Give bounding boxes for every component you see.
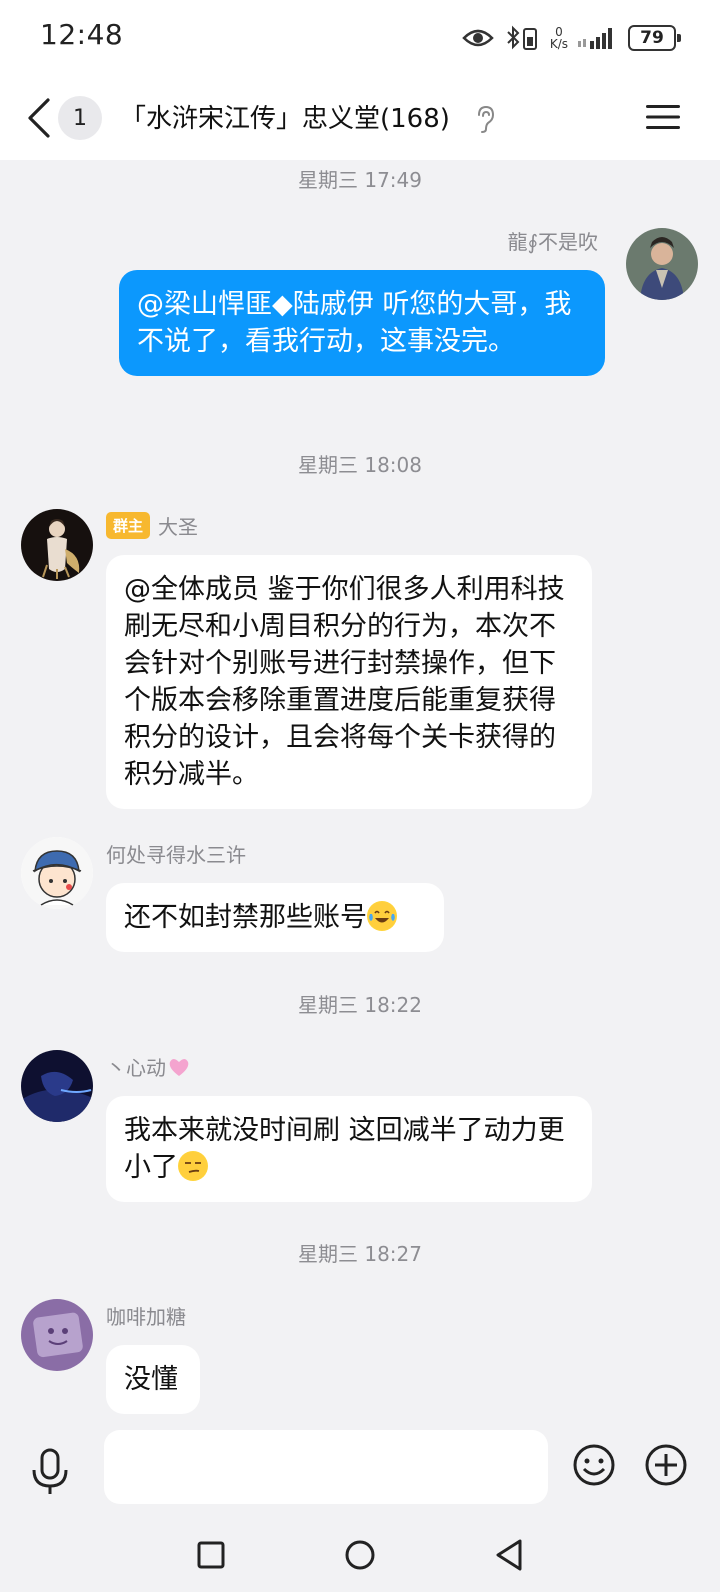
battery-indicator: 79 [628, 25, 681, 51]
message-bubble[interactable]: @全体成员 鉴于你们很多人利用科技刷无尽和小周目积分的行为，本次不会针对个别账号… [106, 555, 592, 809]
net-speed: 0 K/s [550, 26, 568, 50]
menu-icon[interactable] [646, 102, 680, 132]
timestamp: 星期三 17:49 [298, 168, 422, 192]
back-nav-icon[interactable] [494, 1538, 524, 1572]
bluetooth-battery-icon [507, 25, 537, 50]
smirk-emoji-icon [178, 1151, 208, 1181]
message-input[interactable] [104, 1430, 548, 1504]
message-list[interactable]: 星期三 17:49 龍∮不是吹 @梁山悍匪◆陆戚伊 听您的大哥，我不说了，看我行… [0, 160, 720, 1418]
unread-count-badge[interactable]: 1 [58, 96, 102, 140]
plus-icon[interactable] [644, 1443, 688, 1487]
message-bubble[interactable]: 还不如封禁那些账号 [106, 883, 444, 952]
avatar-image [21, 837, 93, 909]
timestamp: 星期三 18:22 [298, 993, 422, 1017]
sender-name-text: 龍∮不是吹 [507, 230, 598, 254]
home-icon[interactable] [344, 1539, 376, 1571]
sender-name: 咖啡加糖 [106, 1301, 186, 1330]
signal-icon [578, 28, 612, 49]
sender-name-text: 何处寻得水三许 [106, 843, 246, 867]
sender-name: 群主 大圣 [106, 511, 198, 540]
message-text: 还不如封禁那些账号 [124, 902, 367, 933]
eye-icon [462, 29, 494, 47]
recent-apps-icon[interactable] [196, 1540, 226, 1570]
group-owner-badge: 群主 [106, 512, 151, 539]
pink-heart-icon [169, 1058, 189, 1076]
sender-name: 龍∮不是吹 [508, 226, 598, 255]
timestamp: 星期三 18:27 [298, 1242, 422, 1266]
avatar[interactable] [626, 228, 698, 300]
avatar[interactable] [21, 1050, 93, 1122]
avatar-image [21, 1050, 93, 1122]
input-bar [0, 1418, 720, 1526]
microphone-icon[interactable] [30, 1448, 70, 1496]
sender-name-text: 咖啡加糖 [106, 1305, 186, 1329]
sender-name: 何处寻得水三许 [106, 839, 246, 868]
back-button[interactable] [22, 96, 56, 140]
message-bubble[interactable]: @梁山悍匪◆陆戚伊 听您的大哥，我不说了，看我行动，这事没完。 [119, 270, 605, 376]
avatar-image [626, 228, 698, 300]
chat-header: 1 「水浒宋江传」忠义堂(168) [0, 76, 720, 160]
chat-title[interactable]: 「水浒宋江传」忠义堂(168) [120, 98, 450, 135]
avatar-image [21, 509, 93, 581]
avatar[interactable] [21, 509, 93, 581]
ear-icon [478, 105, 495, 133]
emoji-icon[interactable] [572, 1443, 616, 1487]
status-bar: 12:48 0 K/s 79 [0, 0, 720, 76]
sender-name-text: 大圣 [158, 515, 199, 539]
laughing-tears-emoji-icon [367, 901, 397, 931]
net-speed-unit: K/s [549, 37, 568, 51]
message-bubble[interactable]: 没懂 [106, 1345, 200, 1414]
avatar-image [21, 1299, 93, 1371]
system-nav-bar [0, 1526, 720, 1592]
status-time: 12:48 [40, 18, 124, 51]
avatar[interactable] [21, 837, 93, 909]
status-icons: 0 K/s 79 [462, 20, 681, 56]
avatar[interactable] [21, 1299, 93, 1371]
sender-name-text: 丶心动 [106, 1056, 166, 1080]
sender-name: 丶心动 [106, 1052, 190, 1081]
timestamp: 星期三 18:08 [298, 453, 422, 477]
message-bubble[interactable]: 我本来就没时间刷 这回减半了动力更小了 [106, 1096, 592, 1202]
